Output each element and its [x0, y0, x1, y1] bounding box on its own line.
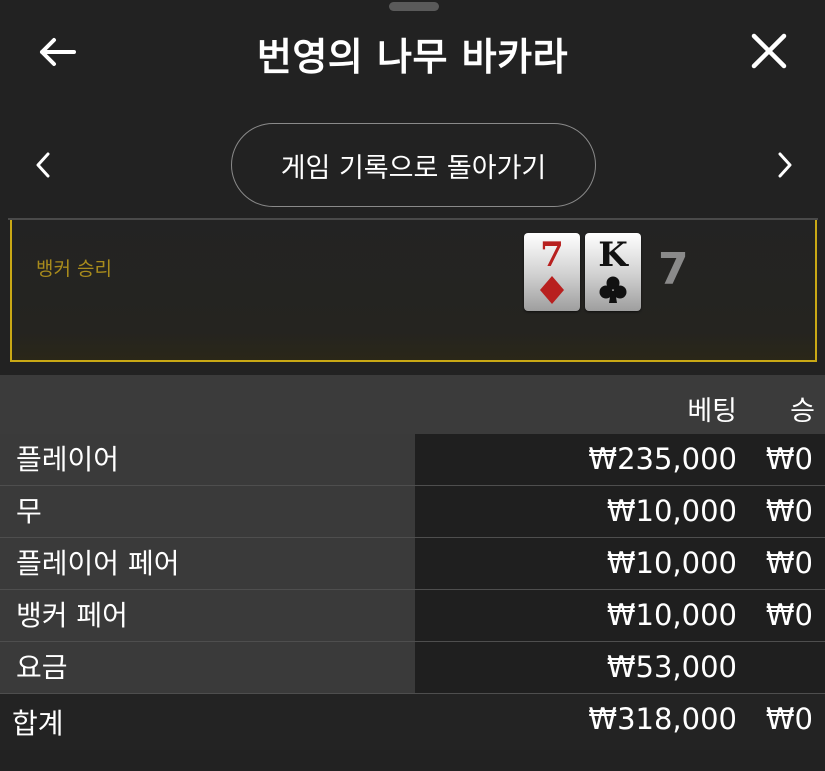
next-round-button[interactable] — [770, 145, 800, 185]
table-row: 플레이어 페어 ₩10,000 ₩0 — [0, 538, 825, 590]
playing-card: K — [585, 233, 641, 311]
row-values: ₩53,000 — [415, 642, 825, 693]
bet-table: 베팅 승 플레이어 ₩235,000 ₩0 무 ₩10,000 ₩0 플레이어 … — [0, 375, 825, 750]
bet-amount: ₩10,000 — [606, 546, 737, 580]
bet-amount: ₩10,000 — [606, 494, 737, 528]
playing-card: 7 — [524, 233, 580, 311]
hand-score: 7 — [658, 244, 689, 295]
row-values: ₩10,000 ₩0 — [415, 486, 825, 537]
round-result-panel: 뱅커 승리 7 K 7 — [10, 220, 817, 362]
table-row: 무 ₩10,000 ₩0 — [0, 486, 825, 538]
table-header: 베팅 승 — [0, 375, 825, 434]
bet-amount: ₩10,000 — [606, 598, 737, 632]
win-amount: ₩0 — [765, 598, 813, 632]
bet-type-label: 플레이어 — [0, 434, 415, 485]
total-label: 합계 — [12, 707, 64, 740]
close-icon — [751, 33, 787, 69]
row-values: ₩235,000 ₩0 — [415, 434, 825, 485]
card-rank: K — [598, 235, 628, 275]
chevron-left-icon — [36, 152, 50, 178]
result-label: 뱅커 승리 — [36, 258, 112, 280]
bet-amount: ₩235,000 — [588, 442, 737, 476]
total-row: 합계 ₩318,000 ₩0 — [0, 694, 825, 750]
total-bet-amount: ₩318,000 — [588, 702, 737, 736]
win-amount: ₩0 — [765, 442, 813, 476]
column-header-win: 승 — [790, 396, 815, 427]
header: 번영의 나무 바카라 — [0, 0, 825, 110]
row-values: ₩10,000 ₩0 — [415, 590, 825, 641]
card-rank: 7 — [540, 235, 564, 275]
table-row: 뱅커 페어 ₩10,000 ₩0 — [0, 590, 825, 642]
bet-type-label: 플레이어 페어 — [0, 538, 415, 589]
table-row: 요금 ₩53,000 — [0, 642, 825, 694]
bet-type-label: 요금 — [0, 642, 415, 693]
page-title: 번영의 나무 바카라 — [256, 35, 569, 79]
win-amount: ₩0 — [765, 546, 813, 580]
win-amount: ₩0 — [765, 494, 813, 528]
total-win-amount: ₩0 — [765, 702, 813, 736]
row-values: ₩10,000 ₩0 — [415, 538, 825, 589]
previous-round-button[interactable] — [28, 145, 58, 185]
back-to-history-button[interactable]: 게임 기록으로 돌아가기 — [231, 123, 596, 207]
close-button[interactable] — [746, 28, 792, 74]
bet-type-label: 무 — [0, 486, 415, 537]
table-row: 플레이어 ₩235,000 ₩0 — [0, 434, 825, 486]
bet-type-label: 뱅커 페어 — [0, 590, 415, 641]
bet-amount: ₩53,000 — [606, 650, 737, 684]
diamond-suit-icon — [540, 276, 564, 304]
column-header-bet: 베팅 — [687, 396, 737, 427]
chevron-right-icon — [778, 152, 792, 178]
club-suit-icon — [599, 276, 627, 303]
